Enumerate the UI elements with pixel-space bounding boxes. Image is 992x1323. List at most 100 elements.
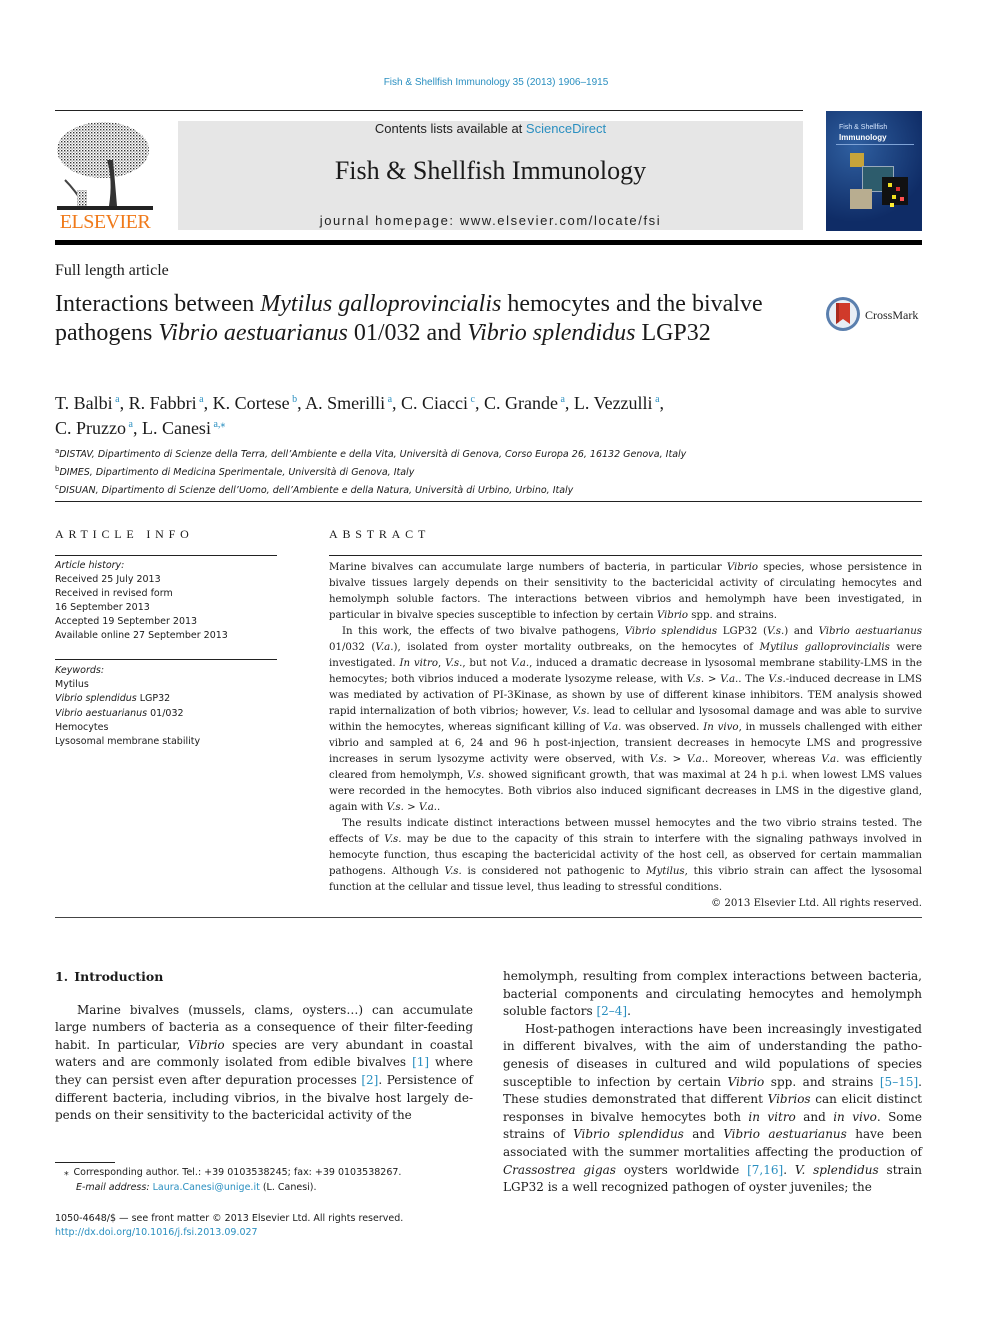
abstract-paragraph: Marine bivalves can accumulate large num… xyxy=(329,560,922,624)
text-run: ) and xyxy=(784,626,819,637)
text-run: Interactions between xyxy=(55,291,261,317)
author[interactable]: C. Ciacci xyxy=(401,393,468,413)
text-run: LGP32 xyxy=(136,693,171,705)
author[interactable]: C. Grande xyxy=(484,393,558,413)
author-affiliation-marker[interactable]: c xyxy=(468,394,475,405)
journal-reference[interactable]: Fish & Shellfish Immunology 35 (2013) 19… xyxy=(0,77,992,88)
italic-text: Vibrio xyxy=(726,562,759,573)
citation-link[interactable]: [7,16] xyxy=(747,1163,783,1177)
body-column-left: 1. Introduction Marine bivalves (mussels… xyxy=(55,968,473,1125)
author[interactable]: K. Cortese xyxy=(213,393,290,413)
author-affiliation-marker[interactable]: a xyxy=(197,394,203,405)
italic-text: V.s. xyxy=(572,706,590,717)
author-affiliation-marker[interactable]: a xyxy=(558,394,564,405)
journal-cover-image[interactable]: Fish & Shellfish Immunology xyxy=(826,111,922,231)
citation-link[interactable]: [2] xyxy=(361,1073,378,1087)
italic-text: V.a. xyxy=(418,802,438,813)
text-run: ), isolated from oyster mortality outbre… xyxy=(393,642,760,653)
keyword: Vibrio aestuarianus 01/032 xyxy=(55,707,277,721)
keyword: Vibrio splendidus LGP32 xyxy=(55,692,277,706)
text-run: Hemocytes xyxy=(55,721,109,733)
affiliation: aDISTAV, Dipartimento di Scienze della T… xyxy=(55,444,925,462)
article-history: Article history: Received 25 July 2013 Re… xyxy=(55,559,277,643)
text-run: Mytilus xyxy=(55,679,89,691)
crossmark-button[interactable]: CrossMark xyxy=(825,296,925,336)
author[interactable]: L. Canesi xyxy=(142,418,211,438)
history-list: Received 25 July 2013 Received in revised… xyxy=(55,573,277,643)
italic-text: Vibrio aestuarianus xyxy=(818,626,922,637)
doi-link[interactable]: http://dx.doi.org/10.1016/j.fsi.2013.09.… xyxy=(55,1227,258,1238)
author-affiliation-marker[interactable]: a xyxy=(113,394,119,405)
text-run: was observed. xyxy=(621,722,704,733)
keywords-label: Keywords: xyxy=(55,665,105,676)
italic-text: Vibrio xyxy=(187,1037,225,1052)
author[interactable]: R. Fabbri xyxy=(129,393,197,413)
email-label: E-mail address: xyxy=(76,1182,150,1193)
author[interactable]: T. Balbi xyxy=(55,393,113,413)
text-run: 01/032 and xyxy=(347,320,468,346)
crossmark-label: CrossMark xyxy=(865,308,919,322)
article-history-label: Article history: xyxy=(55,560,125,571)
journal-banner: Contents lists available at ScienceDirec… xyxy=(178,121,803,230)
elsevier-wordmark: ELSEVIER xyxy=(59,211,151,233)
text-run: > xyxy=(704,674,721,685)
citation-link[interactable]: [5–15] xyxy=(880,1075,918,1089)
journal-title: Fish & Shellfish Immunology xyxy=(334,156,647,185)
italic-text: Vibrios xyxy=(767,1092,811,1107)
italic-text: V.s. xyxy=(386,802,404,813)
sciencedirect-link[interactable]: ScienceDirect xyxy=(526,121,606,136)
italic-text: Mytilus xyxy=(646,866,685,877)
citation-link[interactable]: [2–4] xyxy=(596,1004,627,1018)
crossmark-icon xyxy=(826,297,860,331)
italic-text: V.s. xyxy=(768,674,786,685)
keywords-rule xyxy=(55,659,277,660)
elsevier-logo[interactable]: ELSEVIER xyxy=(55,120,155,235)
contents-line: Contents lists available at ScienceDirec… xyxy=(178,121,803,136)
author-affiliation-marker[interactable]: a xyxy=(126,419,133,430)
email-suffix: (L. Canesi). xyxy=(259,1182,317,1193)
italic-text: V.s. xyxy=(686,674,705,685)
affiliations: aDISTAV, Dipartimento di Scienze della T… xyxy=(55,444,925,498)
italic-text: Vibrio aestuarianus xyxy=(55,707,148,719)
text-run: spp. and strains xyxy=(764,1074,880,1089)
text-run: LGP32 ( xyxy=(717,626,767,637)
body-paragraph: Host-pathogen interactions have been inc… xyxy=(503,1021,922,1197)
italic-text: Vibrio splendidus xyxy=(467,320,636,346)
italic-text: V.a. xyxy=(603,722,622,733)
italic-text: in vitro xyxy=(748,1109,796,1124)
abstract-paragraph: The results indicate distinct interactio… xyxy=(329,816,922,896)
article-info-heading: ARTICLE INFO xyxy=(55,527,194,541)
cover-thumbnail xyxy=(882,177,908,205)
cover-thumbnail xyxy=(850,153,864,167)
journal-homepage[interactable]: journal homepage: www.elsevier.com/locat… xyxy=(178,213,803,228)
keyword: Lysosomal membrane stability xyxy=(55,735,277,749)
italic-text: Mytilus galloprovincialis xyxy=(759,642,890,653)
email-link[interactable]: Laura.Canesi@unige.it xyxy=(153,1182,260,1193)
italic-text: Vibrio splendidus xyxy=(624,626,718,637)
author-affiliation-marker[interactable]: b xyxy=(290,394,297,405)
italic-text: V.a. xyxy=(686,754,705,765)
italic-text: Vibrio aestuarianus xyxy=(723,1127,847,1142)
author[interactable]: A. Smerilli xyxy=(305,393,385,413)
author[interactable]: C. Pruzzo xyxy=(55,418,126,438)
italic-text: Vibrio aestuarianus xyxy=(158,320,348,346)
keywords: Keywords: Mytilus Vibrio splendidus LGP32… xyxy=(55,664,277,749)
text-run: and xyxy=(683,1127,724,1142)
history-entry: 16 September 2013 xyxy=(55,602,150,613)
text-run: Lysosomal membrane stability xyxy=(55,736,201,748)
body-paragraph: hemolymph, resulting from complex intera… xyxy=(503,968,922,1021)
author-affiliation-marker[interactable]: a,⁎ xyxy=(211,419,225,430)
author[interactable]: L. Vezzulli xyxy=(574,393,653,413)
text-run: . xyxy=(627,1004,631,1019)
italic-text: V.a. xyxy=(821,754,840,765)
italic-text: Vibrio splendidus xyxy=(55,693,137,705)
history-entry: Received 25 July 2013 xyxy=(55,574,161,585)
author-affiliation-marker[interactable]: a xyxy=(385,394,392,405)
text-run: > xyxy=(666,754,687,765)
text-run: . xyxy=(437,802,441,813)
text-run: Marine bivalves can accumulate large num… xyxy=(329,562,727,573)
text-run: . The xyxy=(738,674,769,685)
citation-link[interactable]: [1] xyxy=(412,1055,429,1069)
italic-text: V.a. xyxy=(510,658,530,669)
author-affiliation-marker[interactable]: a xyxy=(653,394,659,405)
